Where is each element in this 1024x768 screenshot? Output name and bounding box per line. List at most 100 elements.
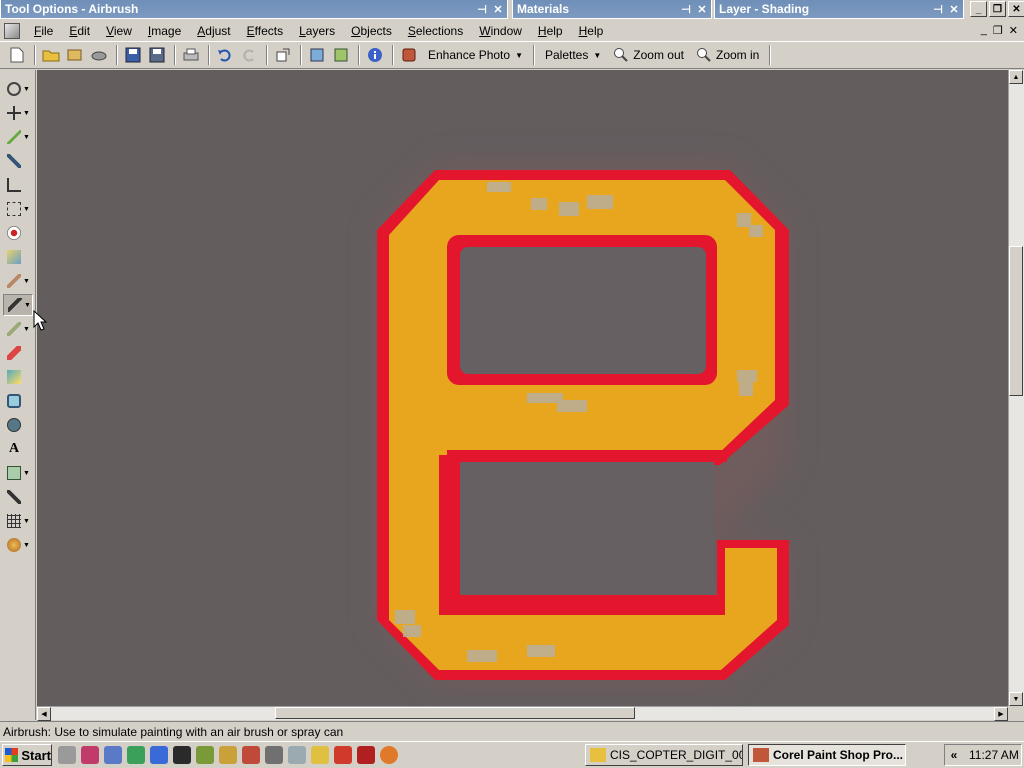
menu-file[interactable]: File: [26, 22, 61, 40]
tool-options-title: Tool Options - Airbrush: [5, 2, 139, 16]
restore-window-icon[interactable]: ❐: [989, 1, 1006, 17]
print-button[interactable]: [180, 44, 202, 66]
crop-tool[interactable]: [3, 174, 33, 196]
image-canvas[interactable]: [37, 70, 1008, 706]
info-icon[interactable]: [364, 44, 386, 66]
quick-launch-icon[interactable]: [127, 746, 145, 764]
taskbar-item-paint-shop-pro[interactable]: Corel Paint Shop Pro...: [748, 744, 906, 766]
menu-help-2[interactable]: Help: [571, 22, 612, 40]
zoom-out-button[interactable]: Zoom out: [607, 44, 690, 66]
scroll-up-icon[interactable]: ▲: [1009, 70, 1023, 84]
materials-palette-titlebar[interactable]: Materials ⊣ ✕: [512, 0, 712, 19]
menu-window[interactable]: Window: [471, 22, 530, 40]
close-icon[interactable]: ✕: [695, 2, 709, 16]
quick-launch-icon[interactable]: [173, 746, 191, 764]
start-button[interactable]: Start: [2, 744, 52, 766]
menu-layers[interactable]: Layers: [291, 22, 343, 40]
horizontal-scrollbar[interactable]: ◀ ▶: [37, 706, 1008, 721]
taskbar-item-folder[interactable]: CIS_COPTER_DIGIT_006: [585, 744, 743, 766]
quick-launch-icon[interactable]: [288, 746, 306, 764]
scroll-left-icon[interactable]: ◀: [37, 707, 51, 721]
save-button[interactable]: [122, 44, 144, 66]
scan-button[interactable]: [88, 44, 110, 66]
quick-launch-icon[interactable]: [150, 746, 168, 764]
zoom-in-button[interactable]: Zoom in: [690, 44, 765, 66]
rotate-button[interactable]: [306, 44, 328, 66]
warp-brush-tool[interactable]: ▼: [3, 510, 33, 532]
menu-help[interactable]: Help: [530, 22, 571, 40]
pin-icon[interactable]: ⊣: [931, 2, 945, 16]
enhance-photo-button[interactable]: Enhance Photo ▼: [422, 44, 529, 66]
quick-launch-icon[interactable]: [81, 746, 99, 764]
menu-adjust[interactable]: Adjust: [189, 22, 238, 40]
save-as-button[interactable]: [146, 44, 168, 66]
zoom-tool[interactable]: ▼: [3, 78, 33, 100]
move-tool[interactable]: ▼: [3, 102, 33, 124]
resize-button[interactable]: [272, 44, 294, 66]
palettes-button[interactable]: Palettes ▼: [539, 44, 607, 66]
doc-restore-icon[interactable]: ❐: [993, 24, 1003, 37]
quick-launch-icon[interactable]: [357, 746, 375, 764]
pin-icon[interactable]: ⊣: [475, 2, 489, 16]
mouse-cursor-icon: [33, 310, 47, 331]
status-text: Airbrush: Use to simulate painting with …: [3, 724, 344, 739]
menu-image[interactable]: Image: [140, 22, 189, 40]
menu-effects[interactable]: Effects: [239, 22, 291, 40]
eraser-tool[interactable]: [3, 342, 33, 364]
clock[interactable]: 11:27 AM: [969, 748, 1019, 762]
vertical-scrollbar[interactable]: ▲ ▼: [1008, 70, 1024, 706]
open-file-button[interactable]: [40, 44, 62, 66]
makeover-tool[interactable]: [3, 246, 33, 268]
document-icon[interactable]: [4, 22, 20, 39]
tool-options-palette-titlebar[interactable]: Tool Options - Airbrush ⊣ ✕: [0, 0, 508, 19]
dropper-icon: [7, 154, 21, 168]
firefox-icon[interactable]: [380, 746, 398, 764]
red-eye-tool[interactable]: [3, 222, 33, 244]
doc-minimize-icon[interactable]: _: [981, 24, 987, 37]
layer-palette-titlebar[interactable]: Layer - Shading ⊣ ✕: [714, 0, 964, 19]
horizontal-scroll-thumb[interactable]: [275, 707, 635, 719]
browse-button[interactable]: [64, 44, 86, 66]
close-icon[interactable]: ✕: [491, 2, 505, 16]
airbrush-tool[interactable]: ▼: [3, 294, 33, 316]
quick-launch-icon[interactable]: [58, 746, 76, 764]
show-hidden-icons-icon[interactable]: «: [945, 748, 963, 762]
menu-edit[interactable]: Edit: [61, 22, 98, 40]
quick-launch-icon[interactable]: [219, 746, 237, 764]
redo-button[interactable]: [238, 44, 260, 66]
quick-launch-icon[interactable]: [242, 746, 260, 764]
preset-shape-tool[interactable]: ▼: [3, 462, 33, 484]
vertical-scroll-thumb[interactable]: [1009, 246, 1023, 396]
magic-wand-tool[interactable]: ▼: [3, 126, 33, 148]
scroll-down-icon[interactable]: ▼: [1009, 692, 1023, 706]
scroll-right-icon[interactable]: ▶: [994, 707, 1008, 721]
quick-launch-icon[interactable]: [265, 746, 283, 764]
minimize-window-icon[interactable]: _: [970, 1, 987, 17]
flood-fill-tool[interactable]: [3, 390, 33, 412]
text-tool[interactable]: A: [3, 438, 33, 460]
quick-launch-icon[interactable]: [104, 746, 122, 764]
doc-close-icon[interactable]: ✕: [1009, 24, 1018, 37]
quick-launch-icon[interactable]: [311, 746, 329, 764]
menu-objects[interactable]: Objects: [343, 22, 400, 40]
new-file-button[interactable]: [6, 44, 28, 66]
system-tray: « 11:27 AM: [944, 744, 1022, 766]
dropper-tool[interactable]: [3, 150, 33, 172]
pick-tool[interactable]: ▼: [3, 198, 33, 220]
flip-button[interactable]: [330, 44, 352, 66]
quick-launch-icon[interactable]: [334, 746, 352, 764]
pen-tool[interactable]: [3, 486, 33, 508]
quick-launch-icon[interactable]: [196, 746, 214, 764]
close-window-icon[interactable]: ✕: [1008, 1, 1024, 17]
undo-button[interactable]: [214, 44, 236, 66]
menu-selections[interactable]: Selections: [400, 22, 471, 40]
object-selector-tool[interactable]: [3, 414, 33, 436]
learning-center-icon[interactable]: [398, 44, 420, 66]
color-replacer-tool[interactable]: [3, 366, 33, 388]
pin-icon[interactable]: ⊣: [679, 2, 693, 16]
close-icon[interactable]: ✕: [947, 2, 961, 16]
lighten-darken-tool[interactable]: ▼: [3, 318, 33, 340]
clone-tool[interactable]: ▼: [3, 270, 33, 292]
picture-tube-tool[interactable]: ▼: [3, 534, 33, 556]
menu-view[interactable]: View: [98, 22, 140, 40]
